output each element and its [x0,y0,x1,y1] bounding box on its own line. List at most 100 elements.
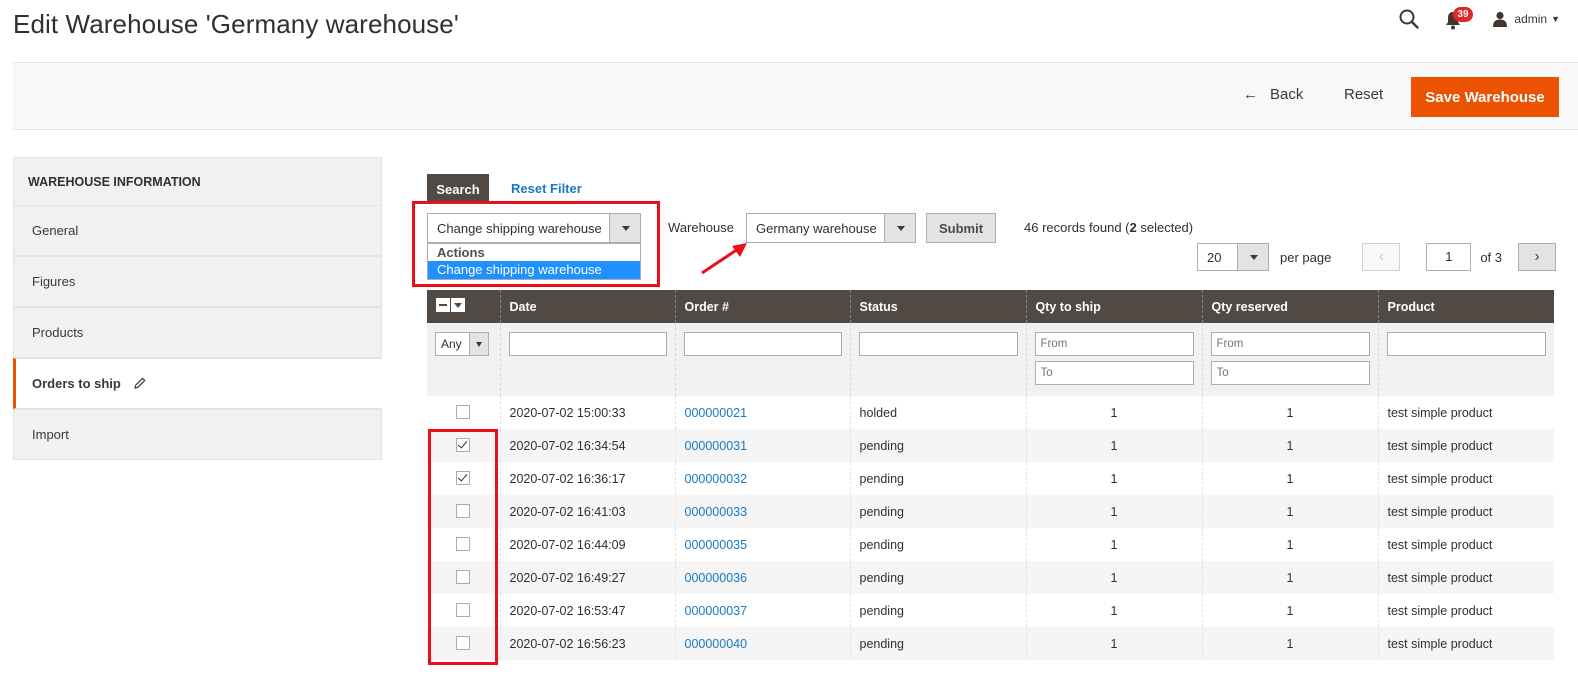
sidebar-item-import[interactable]: Import [13,409,382,460]
back-label: Back [1270,86,1304,103]
previous-page-button[interactable]: ‹ [1362,243,1401,271]
order-cell: 000000031 [674,429,850,462]
table-row[interactable]: 2020-07-02 16:36:17 000000032 pending 1 1 tes… [427,462,1554,495]
product-cell: test simple product [1377,429,1554,462]
records-prefix: 46 records found ( [1024,220,1130,235]
column-header-order[interactable]: Order # [674,290,850,323]
records-suffix: selected) [1136,220,1194,235]
reset-button[interactable]: Reset [1344,86,1383,103]
grid-header-row: Date Order # Status Qty to ship Qty rese… [427,290,1554,323]
date-cell: 2020-07-02 16:53:47 [499,594,675,627]
filter-cell-status [849,323,1026,396]
qty-ship-cell: 1 [1025,396,1202,429]
annotation-arrow [701,243,747,275]
next-page-button[interactable]: › [1518,243,1557,271]
status-cell: pending [849,462,1026,495]
column-header-product[interactable]: Product [1377,290,1554,323]
notifications-bell[interactable]: 39 [1444,7,1474,30]
table-row[interactable]: 2020-07-02 16:41:03 000000033 pending 1 1 tes… [427,495,1554,528]
order-link[interactable]: 000000033 [685,505,748,519]
qty-ship-cell: 1 [1025,462,1202,495]
chevron-down-icon [884,214,915,242]
order-link[interactable]: 000000021 [685,406,748,420]
order-link[interactable]: 000000036 [685,571,748,585]
order-link[interactable]: 000000040 [685,637,748,651]
order-cell: 000000036 [674,561,850,594]
status-cell: pending [849,594,1026,627]
product-cell: test simple product [1377,627,1554,660]
date-cell: 2020-07-02 16:49:27 [499,561,675,594]
row-select-cell [427,396,500,429]
page-number-input[interactable]: 1 [1426,243,1472,271]
table-row[interactable]: 2020-07-02 16:34:54 000000031 pending 1 1 tes… [427,429,1554,462]
qty-reserved-cell: 1 [1201,429,1378,462]
date-cell: 2020-07-02 16:56:23 [499,627,675,660]
order-cell: 000000037 [674,594,850,627]
row-checkbox[interactable] [456,405,470,419]
filter-cell-qty-reserved [1201,323,1378,396]
status-filter-input[interactable] [858,332,1018,356]
order-cell: 000000032 [674,462,850,495]
notification-count-badge: 39 [1453,7,1473,22]
back-button[interactable]: ← Back [1243,86,1303,103]
warehouse-info-sidebar: WAREHOUSE INFORMATION General Figures Pr… [13,157,382,460]
highlight-box-mass-action [412,201,660,287]
sidebar-item-products[interactable]: Products [13,307,382,358]
select-filter[interactable]: Any [435,332,489,356]
filter-cell-qty-ship [1025,323,1202,396]
column-header-status[interactable]: Status [849,290,1026,323]
submit-button[interactable]: Submit [926,213,996,243]
chevron-down-icon [1237,244,1268,270]
table-row[interactable]: 2020-07-02 16:44:09 000000035 pending 1 1 tes… [427,528,1554,561]
table-row[interactable]: 2020-07-02 16:49:27 000000036 pending 1 1 tes… [427,561,1554,594]
qty-ship-from-input[interactable] [1034,332,1194,356]
qty-reserved-from-input[interactable] [1210,332,1370,356]
sidebar-item-orders-to-ship[interactable]: Orders to ship [13,358,382,409]
table-row[interactable]: 2020-07-02 16:53:47 000000037 pending 1 1 tes… [427,594,1554,627]
filter-cell-date [499,323,675,396]
arrow-left-icon: ← [1243,86,1258,103]
sidebar-item-label: Products [32,325,84,340]
order-link[interactable]: 000000035 [685,538,748,552]
qty-ship-cell: 1 [1025,627,1202,660]
product-filter-input[interactable] [1386,332,1546,356]
order-link[interactable]: 000000031 [685,439,748,453]
qty-reserved-cell: 1 [1201,462,1378,495]
sidebar-item-label: Orders to ship [32,376,121,391]
mass-select-header[interactable] [427,290,500,323]
qty-reserved-cell: 1 [1201,627,1378,660]
status-cell: pending [849,627,1026,660]
table-row[interactable]: 2020-07-02 15:00:33 000000021 holded 1 1 test… [427,396,1554,429]
filter-cell-select: Any [427,323,500,396]
save-warehouse-button[interactable]: Save Warehouse [1411,77,1559,117]
qty-reserved-cell: 1 [1201,396,1378,429]
chevron-left-icon: ‹ [1378,248,1384,265]
user-menu[interactable]: admin ▼ [1492,11,1560,27]
column-header-date[interactable]: Date [499,290,675,323]
order-link[interactable]: 000000032 [685,472,748,486]
qty-reserved-to-input[interactable] [1210,361,1370,385]
chevron-down-icon [469,333,488,355]
order-filter-input[interactable] [683,332,842,356]
table-row[interactable]: 2020-07-02 16:56:23 000000040 pending 1 1 tes… [427,627,1554,660]
filter-row: Any [427,323,1554,396]
column-header-qty-reserved[interactable]: Qty reserved [1201,290,1378,323]
pencil-icon [134,377,147,392]
date-cell: 2020-07-02 16:41:03 [499,495,675,528]
per-page-select[interactable]: 20 [1197,243,1269,271]
search-button[interactable]: Search [427,174,489,204]
filter-cell-order [674,323,850,396]
sidebar-item-general[interactable]: General [13,205,382,256]
records-selected-count: 2 [1129,220,1137,235]
date-filter-input[interactable] [508,332,667,356]
sidebar-item-figures[interactable]: Figures [13,256,382,307]
reset-filter-link[interactable]: Reset Filter [511,181,582,196]
qty-ship-to-input[interactable] [1034,361,1194,385]
select-filter-value: Any [441,337,462,351]
warehouse-select[interactable]: Germany warehouse [746,213,916,243]
sidebar-item-label: Import [32,427,69,442]
search-icon[interactable] [1398,8,1420,30]
order-link[interactable]: 000000037 [685,604,748,618]
column-header-qty-to-ship[interactable]: Qty to ship [1025,290,1202,323]
orders-grid: Date Order # Status Qty to ship Qty rese… [427,290,1554,660]
